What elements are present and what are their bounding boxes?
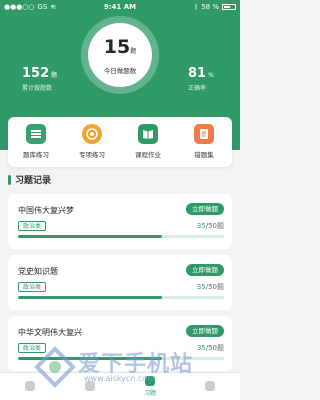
record-progress-text: 35/50题 <box>197 282 224 292</box>
section-accent-bar <box>8 174 11 185</box>
section-header: 习题记录 <box>8 173 51 186</box>
record-card[interactable]: 中华文明伟大复兴 立即做题 政治类 35/50题 <box>8 316 232 371</box>
target-icon <box>82 124 102 144</box>
today-count: 15题 <box>88 36 152 58</box>
practice-icon <box>145 376 155 386</box>
error-book-icon <box>194 124 214 144</box>
record-card[interactable]: 党史知识题 立即做题 政治类 35/50题 <box>8 255 232 310</box>
stat-total-label: 累计做题数 <box>22 85 53 92</box>
course-icon <box>85 380 95 391</box>
record-tag: 政治类 <box>18 221 47 231</box>
record-total: /50题 <box>205 344 224 352</box>
quick-action-label: 错题集 <box>194 151 214 159</box>
record-title: 党史知识题 <box>18 267 58 276</box>
status-bar: ●●●○○ GS ≋ 9:41 AM ᛒ 58 % <box>0 0 240 14</box>
tab-practice-label: 习题 <box>143 390 156 397</box>
stat-total: 152 题 累计做题数 <box>22 66 57 92</box>
record-progress-fill <box>18 357 163 360</box>
stat-accuracy-unit: % <box>208 72 214 79</box>
record-progress-fill <box>18 296 163 299</box>
stat-accuracy: 81% 正确率 <box>188 66 214 92</box>
tab-home[interactable] <box>0 373 60 400</box>
record-done: 35 <box>196 222 206 230</box>
profile-icon <box>205 380 215 391</box>
quick-action-label: 课程作业 <box>135 151 161 159</box>
record-progress-track <box>18 357 224 360</box>
battery-icon <box>222 4 236 10</box>
quick-actions: 题库练习 专项练习 课程作业 错题集 <box>8 117 232 167</box>
start-practice-button[interactable]: 立即做题 <box>186 203 224 215</box>
stat-total-value: 152 <box>22 66 50 81</box>
battery-area: ᛒ 58 % <box>194 3 236 11</box>
record-title: 中华文明伟大复兴 <box>18 328 82 337</box>
today-count-label: 今日做题数 <box>103 67 137 75</box>
quick-action-error-book[interactable]: 错题集 <box>176 117 232 167</box>
today-circle: 15题 今日做题数 <box>88 23 152 87</box>
bluetooth-icon: ᛒ <box>194 3 199 11</box>
record-progress-text: 35/50题 <box>197 221 224 231</box>
quick-action-label: 专项练习 <box>79 151 105 159</box>
question-bank-icon <box>26 124 46 144</box>
stat-accuracy-value: 81 <box>188 66 207 81</box>
quick-action-special[interactable]: 专项练习 <box>64 117 120 167</box>
battery-percent: 58 % <box>201 3 219 11</box>
quick-action-question-bank[interactable]: 题库练习 <box>8 117 64 167</box>
tab-profile[interactable] <box>180 373 240 400</box>
record-progress-track <box>18 296 224 299</box>
quick-action-homework[interactable]: 课程作业 <box>120 117 176 167</box>
start-practice-button[interactable]: 立即做题 <box>186 264 224 276</box>
record-card[interactable]: 中国伟大复兴梦 立即做题 政治类 35/50题 <box>8 194 232 249</box>
book-icon <box>138 124 158 144</box>
today-count-value: 15 <box>103 36 131 58</box>
home-icon <box>25 380 35 391</box>
quick-action-label: 题库练习 <box>23 151 49 159</box>
record-tag: 政治类 <box>18 343 47 353</box>
record-tag: 政治类 <box>18 282 47 292</box>
record-done: 35 <box>196 344 206 352</box>
record-progress-track <box>18 235 224 238</box>
record-title: 中国伟大复兴梦 <box>18 206 74 215</box>
record-progress-fill <box>18 235 163 238</box>
tab-bar: 习题 <box>0 372 240 400</box>
record-total: /50题 <box>205 222 224 230</box>
stat-accuracy-label: 正确率 <box>188 85 207 92</box>
today-count-unit: 题 <box>130 48 137 55</box>
tab-course[interactable] <box>60 373 120 400</box>
record-total: /50题 <box>205 283 224 291</box>
section-title: 习题记录 <box>15 176 52 186</box>
tab-practice[interactable]: 习题 <box>120 373 180 400</box>
stat-total-unit: 题 <box>51 72 58 79</box>
record-done: 35 <box>196 283 206 291</box>
start-practice-button[interactable]: 立即做题 <box>186 325 224 337</box>
record-progress-text: 35/50题 <box>197 343 224 353</box>
